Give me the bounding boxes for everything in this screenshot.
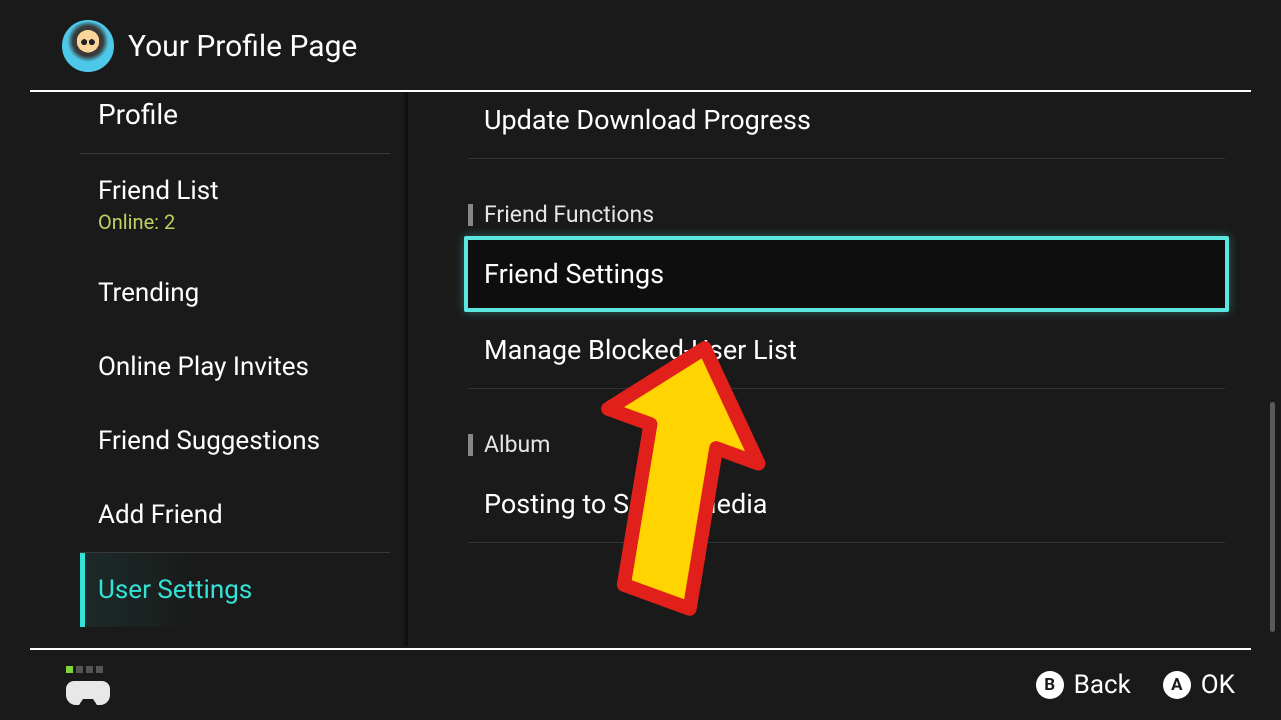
content-item-label: Update Download Progress — [484, 104, 811, 136]
sidebar-item-label: Friend List — [98, 176, 219, 206]
content-item-update-download-progress[interactable]: Update Download Progress — [468, 92, 1225, 159]
content-item-label: Friend Settings — [484, 258, 664, 290]
sidebar-item-label: Friend Suggestions — [98, 426, 320, 456]
section-heading-album: Album — [468, 389, 1225, 466]
section-heading-friend-functions: Friend Functions — [468, 159, 1225, 236]
scrollbar[interactable] — [1270, 402, 1275, 632]
content-item-friend-settings[interactable]: Friend Settings — [464, 236, 1229, 312]
sidebar-item-profile[interactable]: Profile — [80, 92, 408, 153]
footer-left — [66, 666, 110, 705]
body: Profile Friend List Online: 2 Trending O… — [0, 92, 1281, 646]
header: Your Profile Page — [0, 0, 1281, 90]
content-item-manage-blocked-user-list[interactable]: Manage Blocked-User List — [468, 312, 1225, 389]
sidebar-item-label: Online Play Invites — [98, 352, 309, 382]
page-title: Your Profile Page — [128, 29, 357, 64]
player-indicator-icon — [66, 666, 110, 673]
sidebar-item-friend-list[interactable]: Friend List Online: 2 — [80, 154, 408, 256]
sidebar-item-online-play-invites[interactable]: Online Play Invites — [80, 330, 408, 404]
sidebar-item-trending[interactable]: Trending — [80, 256, 408, 330]
b-button-icon: B — [1036, 671, 1064, 699]
ok-label: OK — [1201, 670, 1235, 700]
sidebar-item-label: Profile — [98, 98, 178, 131]
content-item-label: Manage Blocked-User List — [484, 334, 797, 366]
content-item-label: Posting to Social Media — [484, 488, 767, 520]
sidebar-item-label: User Settings — [98, 575, 252, 605]
sidebar-item-friend-suggestions[interactable]: Friend Suggestions — [80, 404, 408, 478]
sidebar-item-label: Trending — [98, 278, 199, 308]
sidebar-item-subtext: Online: 2 — [98, 210, 390, 234]
controller-icon — [66, 679, 110, 705]
avatar[interactable] — [62, 20, 114, 72]
content-item-posting-social-media[interactable]: Posting to Social Media — [468, 466, 1225, 543]
footer-right: B Back A OK — [1036, 670, 1235, 700]
sidebar-item-add-friend[interactable]: Add Friend — [80, 478, 408, 552]
ok-button[interactable]: A OK — [1163, 670, 1235, 700]
content-panel: Update Download Progress Friend Function… — [408, 92, 1281, 646]
back-button[interactable]: B Back — [1036, 670, 1131, 700]
sidebar: Profile Friend List Online: 2 Trending O… — [0, 92, 408, 646]
a-button-icon: A — [1163, 671, 1191, 699]
sidebar-item-label: Add Friend — [98, 500, 223, 530]
footer: B Back A OK — [0, 650, 1281, 720]
back-label: Back — [1074, 670, 1131, 700]
sidebar-item-user-settings[interactable]: User Settings — [80, 553, 408, 627]
